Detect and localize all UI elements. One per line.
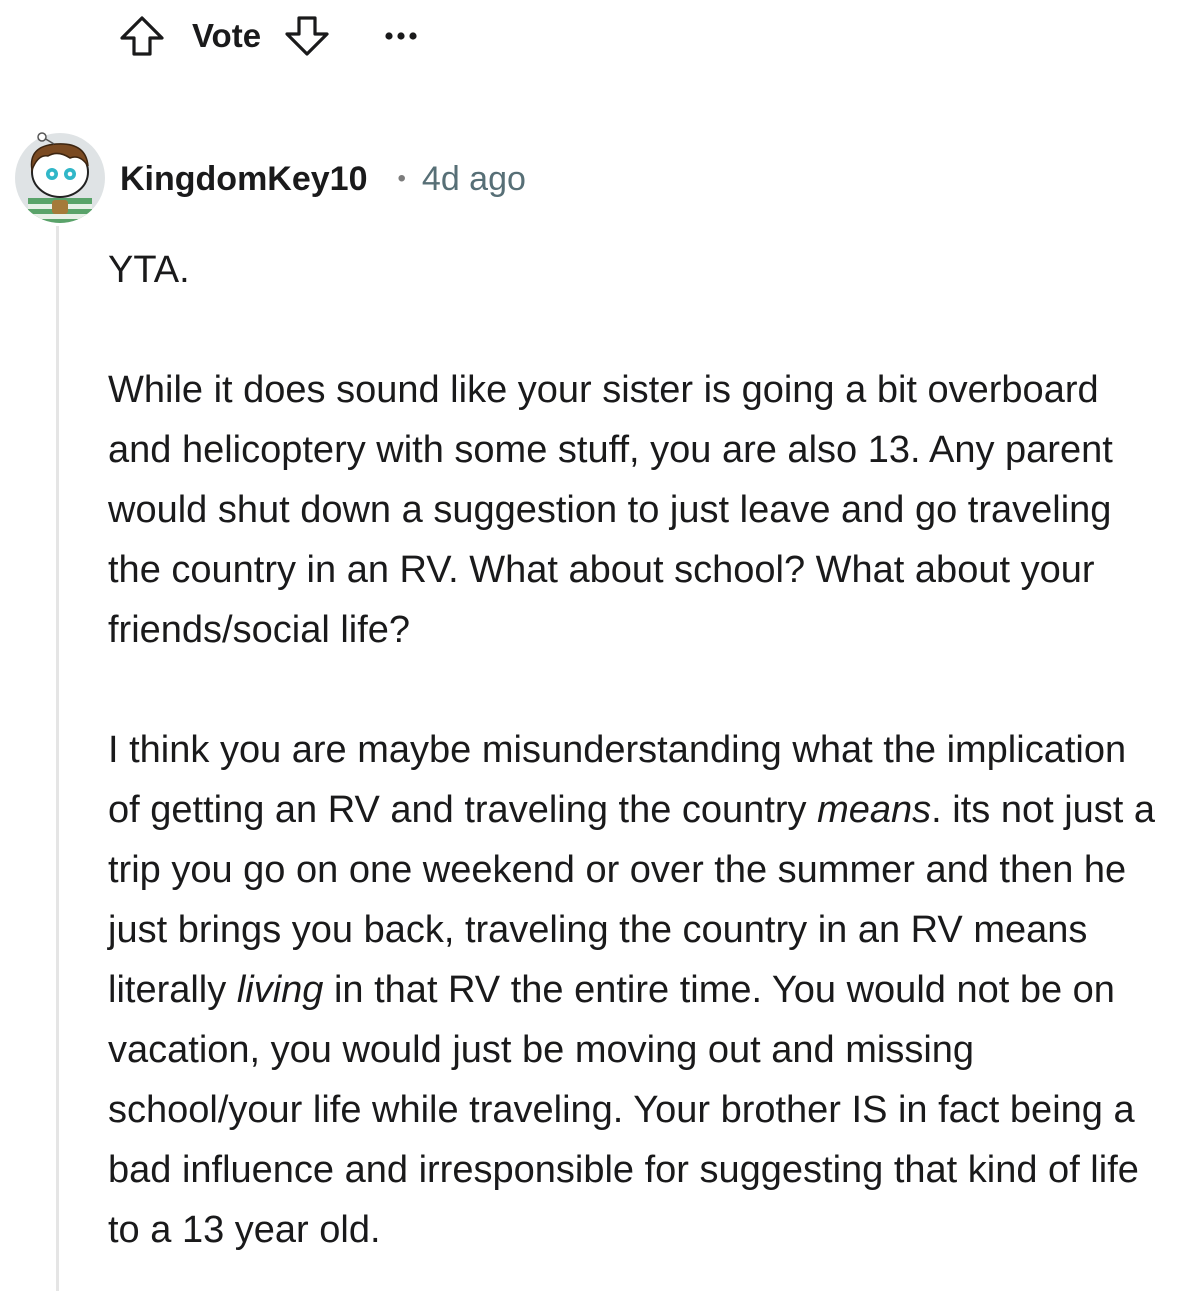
emphasis-text: living bbox=[236, 969, 324, 1011]
upvote-button[interactable] bbox=[118, 12, 166, 60]
comment-header: KingdomKey10 • 4d ago bbox=[120, 156, 526, 202]
emphasis-text: means bbox=[817, 789, 932, 831]
vote-bar: Vote bbox=[118, 12, 425, 60]
comment-paragraph: While it does sound like your sister is … bbox=[108, 369, 1113, 651]
thread-line[interactable] bbox=[56, 226, 59, 1291]
username[interactable]: KingdomKey10 bbox=[120, 160, 368, 199]
downvote-button[interactable] bbox=[283, 12, 331, 60]
comment-paragraph: I think you are maybe misunderstanding w… bbox=[108, 720, 1168, 1260]
comment-body: YTA. While it does sound like your siste… bbox=[108, 240, 1168, 1260]
meta-separator: • bbox=[397, 165, 406, 192]
comment-text: in that RV the entire time. You would no… bbox=[108, 969, 1139, 1251]
more-options-icon bbox=[385, 32, 417, 40]
more-options-button[interactable] bbox=[377, 12, 425, 60]
upvote-arrow-icon bbox=[120, 16, 164, 56]
avatar[interactable] bbox=[14, 132, 106, 224]
vote-label: Vote bbox=[192, 17, 262, 54]
user-avatar-icon bbox=[15, 132, 105, 223]
downvote-arrow-icon bbox=[285, 16, 329, 56]
comment-paragraph: YTA. bbox=[108, 249, 190, 291]
timestamp[interactable]: 4d ago bbox=[422, 160, 526, 199]
